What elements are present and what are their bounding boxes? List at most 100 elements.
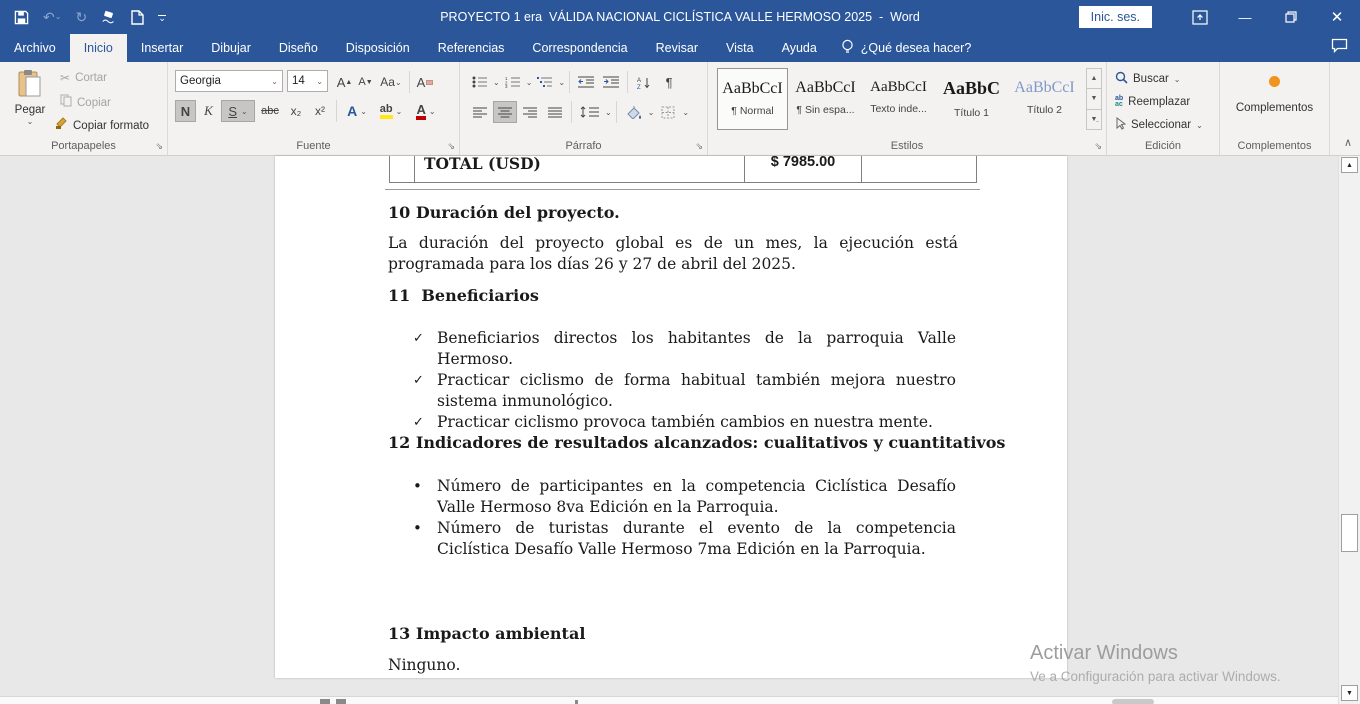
- format-painter-button[interactable]: Copiar formato: [55, 117, 149, 135]
- heading-12[interactable]: 12 Indicadores de resultados alcanzados:…: [388, 433, 1005, 452]
- align-left-button[interactable]: [468, 101, 492, 123]
- superscript-button[interactable]: x²: [309, 100, 331, 122]
- tab-referencias[interactable]: Referencias: [424, 34, 519, 62]
- heading-11[interactable]: 11 Beneficiarios: [388, 286, 539, 305]
- cut-button[interactable]: ✂ Cortar: [60, 71, 107, 85]
- italic-button[interactable]: K: [198, 100, 219, 122]
- ribbon-display-options-icon[interactable]: [1190, 0, 1210, 34]
- copy-button[interactable]: Copiar: [60, 94, 111, 112]
- list-item[interactable]: •Número de participantes en la competenc…: [413, 476, 956, 518]
- table-cell-total-amount[interactable]: $ 7985.00: [745, 156, 862, 182]
- status-bar[interactable]: [0, 696, 1338, 704]
- view-icon[interactable]: [336, 699, 346, 704]
- new-doc-icon[interactable]: [131, 10, 144, 25]
- style-titulo-2[interactable]: AaBbCcI Título 2: [1009, 68, 1080, 130]
- grow-font-button[interactable]: A▲: [334, 71, 355, 93]
- table-cell-blank-left[interactable]: [390, 156, 415, 182]
- view-icon[interactable]: [320, 699, 330, 704]
- font-size-combo[interactable]: 14⌄: [287, 70, 328, 92]
- font-family-combo[interactable]: Georgia⌄: [175, 70, 283, 92]
- line-spacing-button[interactable]: [576, 101, 604, 123]
- increase-indent-button[interactable]: [599, 71, 623, 93]
- sort-button[interactable]: AZ: [632, 71, 656, 93]
- redo-icon[interactable]: ↻: [75, 10, 87, 24]
- strikethrough-button[interactable]: abc: [257, 100, 283, 122]
- save-icon[interactable]: [14, 10, 29, 25]
- vertical-scrollbar[interactable]: ▲ ▼: [1338, 156, 1360, 704]
- eraser-icon[interactable]: [101, 10, 117, 24]
- minimize-button[interactable]: —: [1222, 0, 1268, 34]
- clear-formatting-button[interactable]: A: [413, 71, 437, 93]
- justify-button[interactable]: [543, 101, 567, 123]
- tab-inicio[interactable]: Inicio: [70, 34, 127, 62]
- font-dialog-launcher-icon[interactable]: ⇘: [447, 141, 455, 152]
- restore-button[interactable]: [1268, 0, 1314, 34]
- tab-insertar[interactable]: Insertar: [127, 34, 197, 62]
- tab-correspondencia[interactable]: Correspondencia: [518, 34, 641, 62]
- styles-scroll-down-icon[interactable]: ▼: [1087, 89, 1101, 109]
- styles-gallery-scroll[interactable]: ▲ ▼ ▼̱: [1086, 68, 1102, 130]
- highlight-color-button[interactable]: ab⌄: [374, 100, 408, 122]
- collapse-ribbon-icon[interactable]: ∧: [1344, 136, 1352, 149]
- clipboard-dialog-launcher-icon[interactable]: ⇘: [155, 141, 163, 152]
- customize-qat-icon[interactable]: ⌄: [158, 15, 166, 20]
- styles-dialog-launcher-icon[interactable]: ⇘: [1094, 141, 1102, 152]
- styles-gallery-expand-icon[interactable]: ▼̱: [1087, 110, 1101, 129]
- tab-vista[interactable]: Vista: [712, 34, 768, 62]
- select-button[interactable]: Seleccionar⌄: [1115, 116, 1203, 134]
- tell-me-box[interactable]: ¿Qué desea hacer?: [831, 34, 982, 62]
- bold-button[interactable]: N: [175, 100, 196, 122]
- style-texto-independiente[interactable]: AaBbCcI Texto inde...: [863, 68, 934, 130]
- close-button[interactable]: ✕: [1314, 0, 1360, 34]
- shrink-font-button[interactable]: A▼: [355, 71, 376, 93]
- tab-archivo[interactable]: Archivo: [0, 34, 70, 62]
- sign-in-button[interactable]: Inic. ses.: [1079, 6, 1152, 28]
- list-item[interactable]: •Número de turistas durante el evento de…: [413, 518, 956, 560]
- heading-13[interactable]: 13 Impacto ambiental: [388, 624, 585, 643]
- change-case-button[interactable]: Aa⌄: [376, 71, 406, 93]
- underline-button[interactable]: S⌄: [221, 100, 255, 122]
- document-page[interactable]: TOTAL (USD) $ 7985.00 10 Duración del pr…: [275, 156, 1067, 678]
- checklist-beneficiarios[interactable]: ✓Beneficiarios directos los habitantes d…: [413, 328, 956, 433]
- show-paragraph-marks-button[interactable]: ¶: [657, 71, 681, 93]
- scroll-up-icon[interactable]: ▲: [1341, 157, 1358, 173]
- text-effects-button[interactable]: A⌄: [342, 100, 372, 122]
- paragraph-duracion[interactable]: La duración del proyecto global es de un…: [388, 233, 958, 275]
- bullets-button[interactable]: [468, 71, 492, 93]
- align-right-button[interactable]: [518, 101, 542, 123]
- align-center-button[interactable]: [493, 101, 517, 123]
- budget-table-row[interactable]: TOTAL (USD) $ 7985.00: [389, 156, 977, 183]
- style-titulo-1[interactable]: AaBbC Título 1: [936, 68, 1007, 130]
- bulletlist-indicadores[interactable]: •Número de participantes en la competenc…: [413, 476, 956, 560]
- scrollbar-thumb[interactable]: [1341, 514, 1358, 552]
- zoom-control[interactable]: [1112, 699, 1154, 704]
- table-cell-blank-right[interactable]: [862, 156, 976, 182]
- font-color-button[interactable]: A⌄: [410, 100, 442, 122]
- comments-icon[interactable]: [1331, 38, 1348, 58]
- paragraph-dialog-launcher-icon[interactable]: ⇘: [695, 141, 703, 152]
- addins-button[interactable]: Complementos: [1220, 74, 1329, 114]
- style-sin-espaciado[interactable]: AaBbCcI ¶ Sin espa...: [790, 68, 861, 130]
- scroll-down-icon[interactable]: ▼: [1341, 685, 1358, 701]
- tab-ayuda[interactable]: Ayuda: [768, 34, 831, 62]
- decrease-indent-button[interactable]: [574, 71, 598, 93]
- tab-diseno[interactable]: Diseño: [265, 34, 332, 62]
- find-button[interactable]: Buscar⌄: [1115, 70, 1181, 88]
- styles-scroll-up-icon[interactable]: ▲: [1087, 69, 1101, 89]
- heading-10[interactable]: 10 Duración del proyecto.: [388, 203, 620, 222]
- list-item[interactable]: ✓Beneficiarios directos los habitantes d…: [413, 328, 956, 370]
- undo-icon[interactable]: ↶⌄: [43, 10, 61, 24]
- shading-button[interactable]: [621, 101, 647, 123]
- tab-revisar[interactable]: Revisar: [642, 34, 712, 62]
- tab-disposicion[interactable]: Disposición: [332, 34, 424, 62]
- borders-button[interactable]: [655, 101, 681, 123]
- multilevel-list-button[interactable]: [533, 71, 557, 93]
- list-item[interactable]: ✓Practicar ciclismo de forma habitual ta…: [413, 370, 956, 412]
- style-normal[interactable]: AaBbCcI ¶ Normal: [717, 68, 788, 130]
- tab-dibujar[interactable]: Dibujar: [197, 34, 265, 62]
- subscript-button[interactable]: x₂: [285, 100, 307, 122]
- numbering-button[interactable]: 123: [501, 71, 525, 93]
- list-item[interactable]: ✓Practicar ciclismo provoca también camb…: [413, 412, 956, 433]
- paste-button[interactable]: Pegar ⌄: [8, 69, 52, 126]
- replace-button[interactable]: abac Reemplazar: [1115, 93, 1190, 111]
